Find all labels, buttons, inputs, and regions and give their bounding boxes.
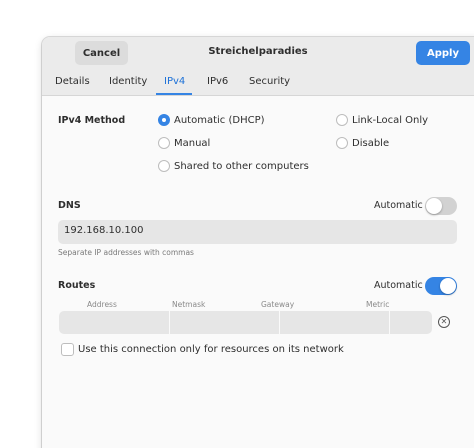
- switch-knob: [440, 278, 456, 294]
- tab-identity[interactable]: Identity: [109, 76, 147, 87]
- routes-label: Routes: [58, 280, 96, 291]
- radio-unchecked-icon: [158, 137, 170, 149]
- radio-unchecked-icon: [336, 114, 348, 126]
- routes-automatic-label: Automatic: [374, 280, 423, 291]
- radio-label: Shared to other computers: [174, 160, 309, 172]
- column-metric: Metric: [366, 300, 390, 309]
- dns-automatic-switch[interactable]: [425, 197, 457, 215]
- radio-label: Automatic (DHCP): [174, 114, 265, 126]
- radio-shared-to-other-computers[interactable]: Shared to other computers: [158, 160, 309, 172]
- column-address: Address: [87, 300, 117, 309]
- radio-checked-icon: [158, 114, 170, 126]
- checkbox-icon[interactable]: [61, 343, 74, 356]
- dns-automatic-label: Automatic: [374, 200, 423, 211]
- only-resources-checkbox-row[interactable]: Use this connection only for resources o…: [61, 343, 344, 356]
- radio-unchecked-icon: [158, 160, 170, 172]
- radio-link-local-only[interactable]: Link-Local Only: [336, 114, 428, 126]
- tab-security[interactable]: Security: [249, 76, 290, 87]
- dns-hint: Separate IP addresses with commas: [58, 248, 194, 257]
- apply-button[interactable]: Apply: [416, 41, 470, 65]
- route-gateway-input[interactable]: [280, 311, 389, 334]
- radio-label: Manual: [174, 137, 211, 149]
- route-metric-input[interactable]: [390, 311, 432, 334]
- dialog-title: Streichelparadies: [208, 46, 308, 57]
- column-netmask: Netmask: [172, 300, 206, 309]
- dns-input[interactable]: 192.168.10.100: [58, 220, 457, 244]
- header-bar: Cancel Streichelparadies Apply: [42, 37, 474, 69]
- radio-label: Disable: [352, 137, 390, 149]
- only-resources-label: Use this connection only for resources o…: [78, 344, 344, 355]
- dns-label: DNS: [58, 200, 81, 211]
- radio-automatic-dhcp[interactable]: Automatic (DHCP): [158, 114, 265, 126]
- radio-label: Link-Local Only: [352, 114, 429, 126]
- connection-dialog: Cancel Streichelparadies Apply Details I…: [42, 37, 474, 448]
- radio-unchecked-icon: [336, 137, 348, 149]
- column-gateway: Gateway: [261, 300, 295, 309]
- tab-bar: Details Identity IPv4 IPv6 Security: [42, 69, 474, 96]
- clear-icon[interactable]: ✕: [438, 316, 450, 328]
- tab-details[interactable]: Details: [55, 76, 90, 87]
- radio-manual[interactable]: Manual: [158, 137, 210, 149]
- active-tab-indicator: [156, 93, 192, 95]
- tab-ipv4[interactable]: IPv4: [164, 76, 185, 87]
- radio-disable[interactable]: Disable: [336, 137, 389, 149]
- ipv4-method-label: IPv4 Method: [58, 115, 126, 126]
- tab-ipv6[interactable]: IPv6: [207, 76, 228, 87]
- switch-knob: [426, 198, 442, 214]
- route-netmask-input[interactable]: [170, 311, 279, 334]
- route-address-input[interactable]: [59, 311, 169, 334]
- routes-automatic-switch[interactable]: [425, 277, 457, 295]
